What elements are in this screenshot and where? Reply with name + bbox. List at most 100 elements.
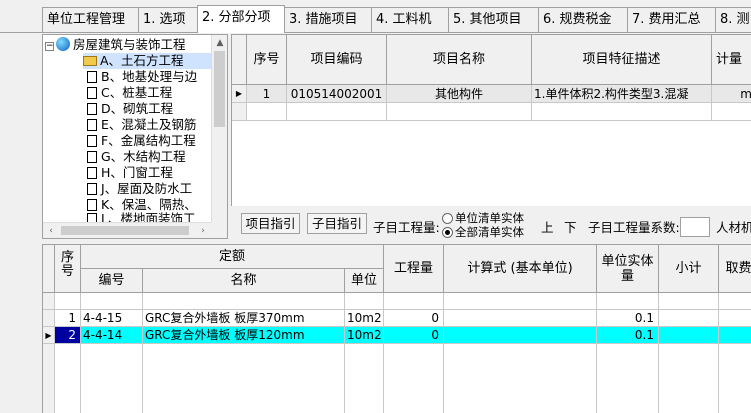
scroll-up-icon[interactable]: ▲ bbox=[212, 35, 227, 51]
document-icon bbox=[87, 167, 97, 179]
move-up-button[interactable]: 上 bbox=[541, 217, 554, 236]
table-row-name[interactable]: 其他构件 bbox=[387, 85, 532, 103]
tree-item-c[interactable]: C、桩基工程 bbox=[87, 85, 172, 101]
tree-item-j[interactable]: J、屋面及防水工 bbox=[87, 181, 192, 197]
tab-unit-project[interactable]: 单位工程管理 bbox=[42, 7, 139, 33]
current-row-icon: ▶ bbox=[43, 327, 55, 344]
empty-row[interactable] bbox=[712, 103, 751, 121]
tab-options[interactable]: 1. 选项 bbox=[138, 7, 198, 33]
tab-materials[interactable]: 4. 工料机 bbox=[371, 7, 449, 33]
col-feature-header: 项目特征描述 bbox=[532, 35, 712, 85]
tree-item-d[interactable]: D、砌筑工程 bbox=[87, 101, 173, 117]
table-row-unit-entity[interactable]: 0.1 bbox=[597, 310, 659, 327]
table-row-quantity[interactable]: 0 bbox=[384, 327, 444, 344]
document-icon bbox=[87, 119, 97, 131]
scroll-right-icon[interactable]: › bbox=[195, 223, 211, 238]
tree-horizontal-scrollbar[interactable]: ‹ › bbox=[43, 222, 211, 238]
tree-vertical-thumb[interactable] bbox=[214, 51, 225, 127]
bill-items-table[interactable]: 序号 项目编码 项目名称 项目特征描述 计量 ▶ 1 010514002001 … bbox=[231, 34, 751, 206]
tree-vertical-scrollbar[interactable]: ▲ bbox=[211, 35, 227, 222]
col-seq-header: 序号 bbox=[247, 35, 287, 85]
move-down-button[interactable]: 下 bbox=[564, 217, 577, 236]
empty-row[interactable] bbox=[287, 103, 387, 121]
tree-item-a[interactable]: A、土石方工程 bbox=[83, 53, 213, 69]
table-row-seq[interactable]: 1 bbox=[55, 310, 81, 327]
table-row-name[interactable]: GRC复合外墙板 板厚120mm bbox=[143, 327, 345, 344]
tree-item-g[interactable]: G、木结构工程 bbox=[87, 149, 186, 165]
tree-root[interactable]: − 房屋建筑与装饰工程 bbox=[45, 37, 186, 53]
empty-row[interactable] bbox=[532, 103, 712, 121]
labor-material-label[interactable]: 人材机 bbox=[716, 217, 751, 236]
col-formula-header: 计算式 (基本单位) bbox=[444, 245, 597, 293]
row-indicator-empty bbox=[43, 344, 55, 413]
sub-qty-label: 子目工程量: bbox=[373, 220, 440, 235]
tree-item-label: H、门窗工程 bbox=[101, 165, 173, 180]
coefficient-label: 子目工程量系数: bbox=[588, 220, 680, 235]
table-row-take[interactable] bbox=[719, 327, 751, 344]
scroll-left-icon[interactable]: ‹ bbox=[43, 223, 59, 238]
col-subtotal-header: 小计 bbox=[659, 245, 719, 293]
table-row-code[interactable]: 4-4-15 bbox=[81, 310, 143, 327]
col-code-header: 项目编码 bbox=[287, 35, 387, 85]
tree-item-e[interactable]: E、混凝土及钢筋 bbox=[87, 117, 196, 133]
filter-cell[interactable] bbox=[345, 293, 384, 310]
filter-cell[interactable] bbox=[444, 293, 597, 310]
filter-cell[interactable] bbox=[55, 293, 81, 310]
empty-row-indicator bbox=[232, 103, 247, 121]
tree-item-b[interactable]: B、地基处理与边 bbox=[87, 69, 197, 85]
filter-cell[interactable] bbox=[659, 293, 719, 310]
tree-item-label: D、砌筑工程 bbox=[101, 101, 174, 116]
filter-cell[interactable] bbox=[719, 293, 751, 310]
tree-item-label: A、土石方工程 bbox=[100, 53, 184, 68]
col-name-header: 项目名称 bbox=[387, 35, 532, 85]
minus-box-icon[interactable]: − bbox=[45, 42, 54, 51]
tab-fees-tax[interactable]: 6. 规费税金 bbox=[538, 7, 628, 33]
radio-all-entity[interactable] bbox=[442, 227, 453, 238]
tab-measures[interactable]: 3. 措施项目 bbox=[284, 7, 372, 33]
filter-cell[interactable] bbox=[143, 293, 345, 310]
tree-item-f[interactable]: F、金属结构工程 bbox=[87, 133, 196, 149]
tree-horizontal-thumb[interactable] bbox=[61, 226, 189, 235]
table-row-seq[interactable]: 1 bbox=[247, 85, 287, 103]
filter-cell[interactable] bbox=[81, 293, 143, 310]
coefficient-input[interactable] bbox=[680, 217, 710, 237]
col-unit-header: 单位 bbox=[345, 269, 384, 293]
empty-row[interactable] bbox=[247, 103, 287, 121]
tree-item-label: J、屋面及防水工 bbox=[101, 181, 193, 196]
item-guide-button[interactable]: 项目指引 bbox=[241, 213, 300, 234]
quota-table[interactable]: 序号 定额 编号 名称 单位 工程量 计算式 (基本单位) 单位实体量 小计 取… bbox=[42, 244, 751, 413]
table-row-unit-entity[interactable]: 0.1 bbox=[597, 327, 659, 344]
filter-cell[interactable] bbox=[384, 293, 444, 310]
row-indicator-header bbox=[43, 245, 55, 293]
radio-unit-entity[interactable] bbox=[442, 213, 453, 224]
table-row-unit[interactable]: 10m2 bbox=[345, 327, 384, 344]
empty-area bbox=[143, 344, 345, 413]
table-row-seq[interactable]: 2 bbox=[55, 327, 81, 344]
table-row-unit[interactable]: m bbox=[712, 85, 751, 103]
table-row-feature[interactable]: 1.单件体积2.构件类型3.混凝 bbox=[532, 85, 712, 103]
table-row-unit[interactable]: 10m2 bbox=[345, 310, 384, 327]
tab-cost-summary[interactable]: 7. 费用汇总 bbox=[627, 7, 716, 33]
table-row-subtotal[interactable] bbox=[659, 310, 719, 327]
document-icon bbox=[87, 135, 97, 147]
empty-row[interactable] bbox=[387, 103, 532, 121]
tab-other-items[interactable]: 5. 其他项目 bbox=[448, 7, 539, 33]
tab-more[interactable]: 8. 测 bbox=[715, 7, 751, 33]
table-row-name[interactable]: GRC复合外墙板 板厚370mm bbox=[143, 310, 345, 327]
table-row-code[interactable]: 4-4-14 bbox=[81, 327, 143, 344]
sub-guide-button[interactable]: 子目指引 bbox=[307, 213, 367, 234]
document-icon bbox=[87, 183, 97, 195]
division-tree[interactable]: − 房屋建筑与装饰工程 A、土石方工程 B、地基处理与边 C、桩基工程 D、砌筑工… bbox=[42, 34, 228, 239]
table-row-code[interactable]: 010514002001 bbox=[287, 85, 387, 103]
empty-area bbox=[597, 344, 659, 413]
tree-item-h[interactable]: H、门窗工程 bbox=[87, 165, 173, 181]
table-row-formula[interactable] bbox=[444, 327, 597, 344]
empty-area bbox=[384, 344, 444, 413]
filter-cell[interactable] bbox=[597, 293, 659, 310]
table-row-formula[interactable] bbox=[444, 310, 597, 327]
table-row-subtotal[interactable] bbox=[659, 327, 719, 344]
table-row-take[interactable] bbox=[719, 310, 751, 327]
table-row-quantity[interactable]: 0 bbox=[384, 310, 444, 327]
empty-area bbox=[55, 344, 81, 413]
tab-items[interactable]: 2. 分部分项 bbox=[197, 5, 285, 33]
